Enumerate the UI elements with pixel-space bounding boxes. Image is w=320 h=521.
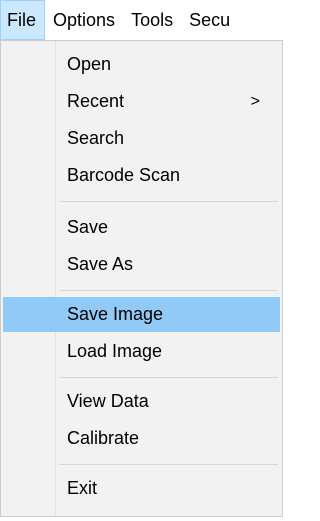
menu-item-label: Load Image bbox=[67, 341, 163, 361]
menu-item-search[interactable]: Search bbox=[3, 121, 280, 156]
menu-separator bbox=[59, 201, 278, 202]
menu-separator bbox=[59, 290, 278, 291]
menu-item-label: Save As bbox=[67, 254, 134, 274]
menu-tools[interactable]: Tools bbox=[123, 0, 181, 40]
menu-item-barcode-scan[interactable]: Barcode Scan bbox=[3, 158, 280, 193]
menu-item-save[interactable]: Save bbox=[3, 210, 280, 245]
menu-item-load-image[interactable]: Load Image bbox=[3, 334, 280, 369]
menu-item-label: Save bbox=[67, 217, 109, 237]
menu-options[interactable]: Options bbox=[45, 0, 123, 40]
menu-item-open[interactable]: Open bbox=[3, 47, 280, 82]
menu-item-recent[interactable]: Recent > bbox=[3, 84, 280, 119]
menu-item-label: Search bbox=[67, 128, 125, 148]
menu-item-label: View Data bbox=[67, 391, 149, 411]
menu-item-label: Exit bbox=[67, 478, 98, 498]
menu-separator bbox=[59, 377, 278, 378]
menu-item-label: Open bbox=[67, 54, 112, 74]
menu-item-calibrate[interactable]: Calibrate bbox=[3, 421, 280, 456]
menu-item-save-as[interactable]: Save As bbox=[3, 247, 280, 282]
menu-item-label: Barcode Scan bbox=[67, 165, 181, 185]
menu-file[interactable]: File bbox=[0, 0, 46, 40]
menu-separator bbox=[59, 464, 278, 465]
menu-item-label: Recent bbox=[67, 91, 125, 111]
chevron-right-icon: > bbox=[250, 93, 260, 110]
file-menu-dropdown: Open Recent > Search Barcode Scan Save S… bbox=[0, 40, 283, 517]
menu-item-label: Save Image bbox=[67, 304, 164, 324]
menu-item-label: Calibrate bbox=[67, 428, 140, 448]
menu-item-exit[interactable]: Exit bbox=[3, 471, 280, 506]
menu-security[interactable]: Secu bbox=[181, 0, 238, 40]
menu-item-save-image[interactable]: Save Image bbox=[3, 297, 280, 332]
menu-item-view-data[interactable]: View Data bbox=[3, 384, 280, 419]
menu-bar: File Options Tools Secu bbox=[0, 0, 285, 40]
